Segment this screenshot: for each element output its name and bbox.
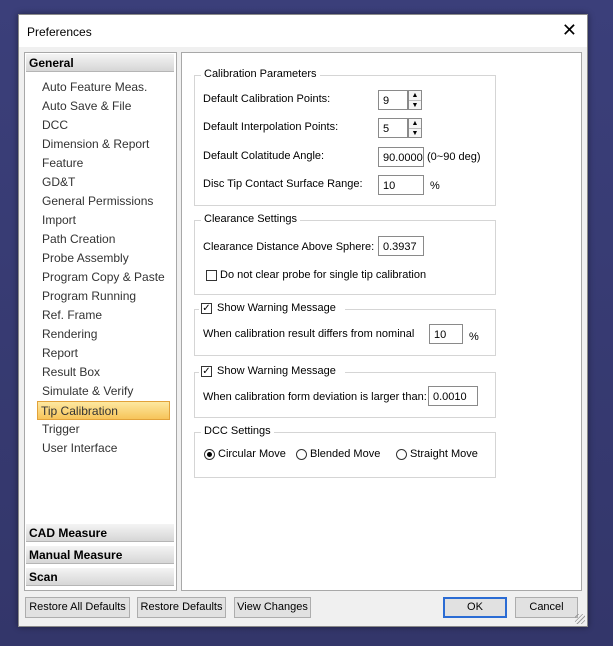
- calibration-parameters-group: Calibration Parameters Default Calibrati…: [194, 68, 496, 206]
- spin-up-icon[interactable]: ▲: [409, 119, 421, 129]
- disc-tip-range-unit: %: [430, 180, 440, 192]
- calibration-points-label: Default Calibration Points:: [203, 93, 331, 105]
- window-title: Preferences: [27, 25, 92, 39]
- nav-item-general-permissions[interactable]: General Permissions: [39, 192, 153, 211]
- view-changes-button[interactable]: View Changes: [234, 597, 311, 618]
- warning-form-group: ✓ Show Warning Message When calibration …: [194, 365, 496, 418]
- straight-move-label: Straight Move: [410, 448, 478, 460]
- interpolation-points-label: Default Interpolation Points:: [203, 121, 339, 133]
- warning-form-description: When calibration form deviation is large…: [203, 391, 427, 403]
- nav-item-rendering[interactable]: Rendering: [39, 325, 97, 344]
- warning-form-field[interactable]: 0.0010: [428, 386, 478, 406]
- spin-down-icon[interactable]: ▼: [409, 129, 421, 138]
- nav-item-result-box[interactable]: Result Box: [39, 363, 100, 382]
- circular-move-radio[interactable]: [204, 449, 215, 460]
- dcc-settings-group: DCC Settings Circular Move Blended Move …: [194, 425, 496, 478]
- nav-item-user-interface[interactable]: User Interface: [39, 439, 117, 458]
- clearance-distance-label: Clearance Distance Above Sphere:: [203, 241, 375, 253]
- category-cad-measure[interactable]: CAD Measure: [26, 524, 174, 542]
- restore-all-defaults-button[interactable]: Restore All Defaults: [25, 597, 130, 618]
- nav-item-import[interactable]: Import: [39, 211, 76, 230]
- nav-item-trigger[interactable]: Trigger: [39, 420, 80, 439]
- group-title: Calibration Parameters: [201, 68, 320, 80]
- group-title: Clearance Settings: [201, 213, 300, 225]
- clearance-settings-group: Clearance Settings Clearance Distance Ab…: [194, 213, 496, 295]
- calibration-points-spinner[interactable]: ▲ ▼: [408, 90, 422, 110]
- nav-item-dimension-report[interactable]: Dimension & Report: [39, 135, 149, 154]
- interpolation-points-field[interactable]: 5: [378, 118, 408, 138]
- warning-nominal-unit: %: [469, 331, 479, 343]
- blended-move-radio[interactable]: [296, 449, 307, 460]
- ok-button[interactable]: OK: [443, 597, 507, 618]
- interpolation-points-spinner[interactable]: ▲ ▼: [408, 118, 422, 138]
- circular-move-label: Circular Move: [218, 448, 286, 460]
- show-warning-nominal-checkbox[interactable]: ✓: [201, 303, 212, 314]
- warning-nominal-header: ✓ Show Warning Message: [199, 302, 345, 316]
- resize-grip-icon[interactable]: [575, 614, 585, 624]
- preferences-dialog: Preferences ✕ General Auto Feature Meas.…: [18, 14, 588, 627]
- colatitude-angle-label: Default Colatitude Angle:: [203, 150, 325, 162]
- nav-item-feature[interactable]: Feature: [39, 154, 83, 173]
- nav-item-ref-frame[interactable]: Ref. Frame: [39, 306, 102, 325]
- nav-item-tip-calibration[interactable]: Tip Calibration: [37, 401, 170, 420]
- spin-down-icon[interactable]: ▼: [409, 101, 421, 110]
- colatitude-angle-unit: (0~90 deg): [427, 151, 481, 163]
- colatitude-angle-field[interactable]: 90.0000: [378, 147, 424, 167]
- no-clear-probe-label: Do not clear probe for single tip calibr…: [220, 269, 427, 281]
- nav-item-program-copy-paste[interactable]: Program Copy & Paste: [39, 268, 165, 287]
- show-warning-form-label: Show Warning Message: [217, 365, 336, 377]
- category-navigation: General Auto Feature Meas. Auto Save & Fi…: [24, 52, 177, 591]
- category-scan[interactable]: Scan: [26, 568, 174, 586]
- warning-form-header: ✓ Show Warning Message: [199, 365, 345, 379]
- disc-tip-range-label: Disc Tip Contact Surface Range:: [203, 178, 363, 190]
- nav-item-path-creation[interactable]: Path Creation: [39, 230, 115, 249]
- warning-nominal-description: When calibration result differs from nom…: [203, 328, 415, 340]
- nav-item-simulate-verify[interactable]: Simulate & Verify: [39, 382, 133, 401]
- nav-item-auto-save-file[interactable]: Auto Save & File: [39, 97, 131, 116]
- close-icon[interactable]: ✕: [562, 20, 577, 40]
- restore-defaults-button[interactable]: Restore Defaults: [137, 597, 226, 618]
- warning-nominal-group: ✓ Show Warning Message When calibration …: [194, 302, 496, 356]
- title-bar: Preferences ✕: [19, 15, 587, 47]
- spin-up-icon[interactable]: ▲: [409, 91, 421, 101]
- clearance-distance-field[interactable]: 0.3937: [378, 236, 424, 256]
- show-warning-nominal-label: Show Warning Message: [217, 302, 336, 314]
- nav-item-gd-t[interactable]: GD&T: [39, 173, 75, 192]
- straight-move-radio[interactable]: [396, 449, 407, 460]
- nav-item-report[interactable]: Report: [39, 344, 78, 363]
- category-general[interactable]: General: [26, 54, 174, 72]
- show-warning-form-checkbox[interactable]: ✓: [201, 366, 212, 377]
- category-manual-measure[interactable]: Manual Measure: [26, 546, 174, 564]
- nav-item-probe-assembly[interactable]: Probe Assembly: [39, 249, 129, 268]
- nav-item-auto-feature-meas[interactable]: Auto Feature Meas.: [39, 78, 147, 97]
- settings-panel: Calibration Parameters Default Calibrati…: [181, 52, 582, 591]
- no-clear-probe-checkbox[interactable]: [206, 270, 217, 281]
- warning-nominal-field[interactable]: 10: [429, 324, 463, 344]
- nav-item-dcc[interactable]: DCC: [39, 116, 68, 135]
- calibration-points-field[interactable]: 9: [378, 90, 408, 110]
- nav-item-program-running[interactable]: Program Running: [39, 287, 136, 306]
- group-title: DCC Settings: [201, 425, 274, 437]
- disc-tip-range-field[interactable]: 10: [378, 175, 424, 195]
- blended-move-label: Blended Move: [310, 448, 381, 460]
- cancel-button[interactable]: Cancel: [515, 597, 578, 618]
